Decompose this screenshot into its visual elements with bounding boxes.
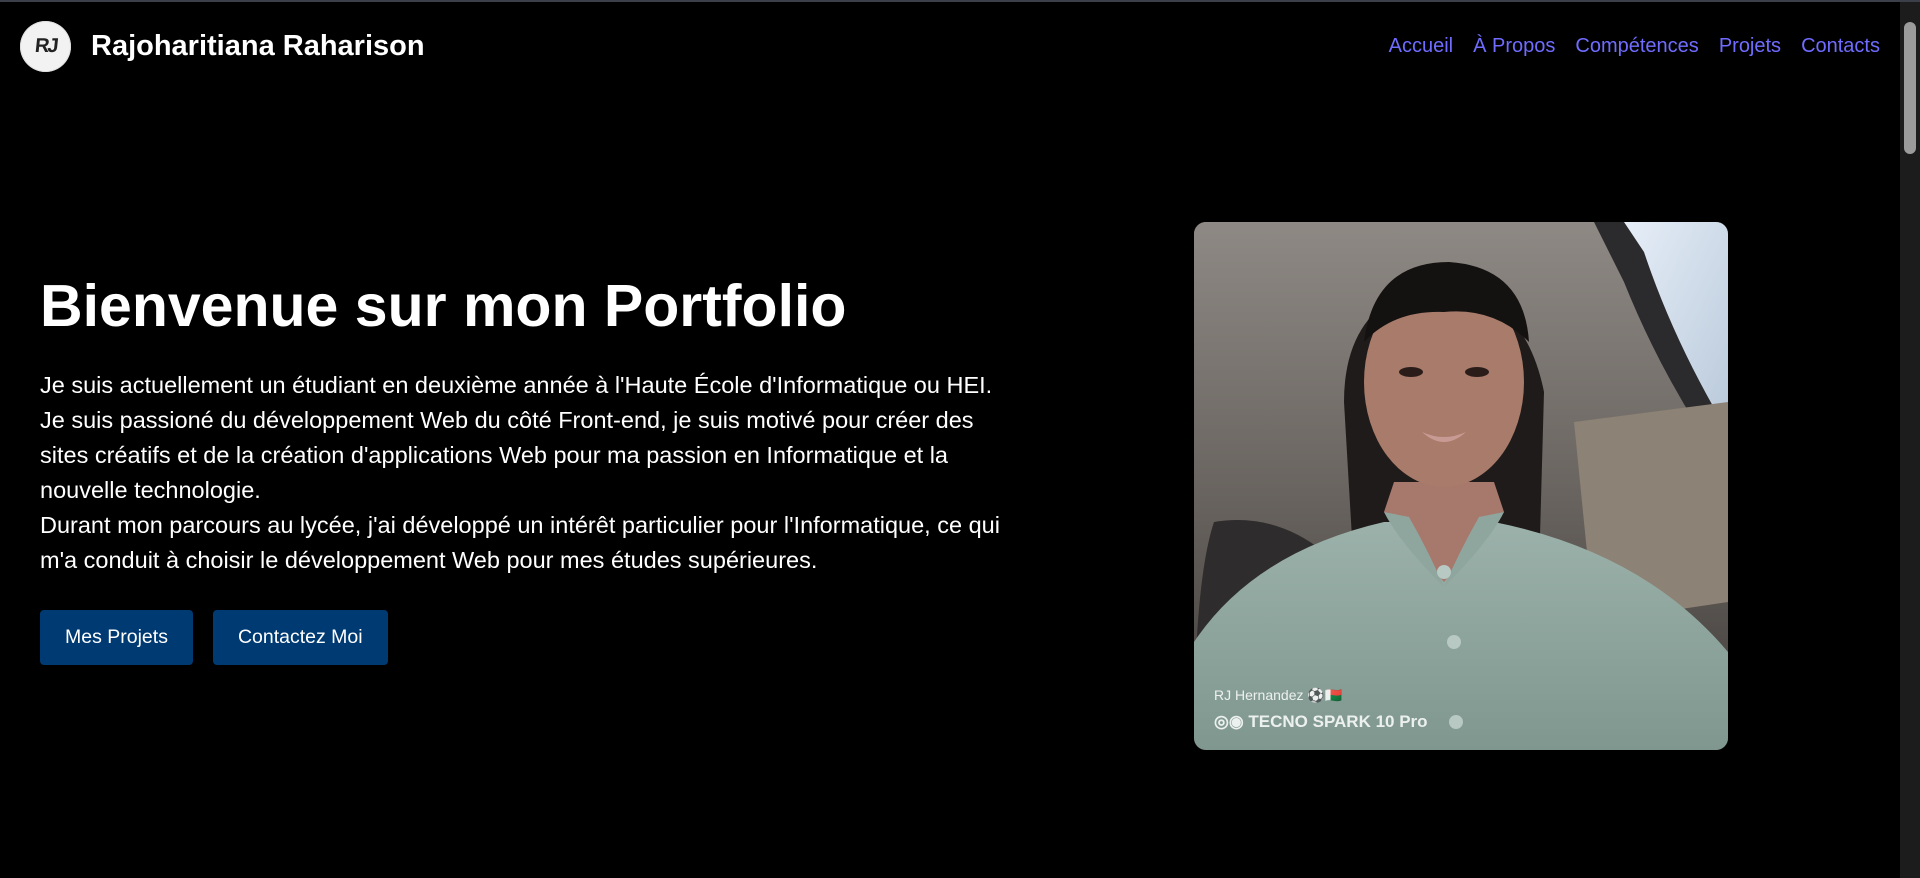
hero-section: Bienvenue sur mon Portfolio Je suis actu… xyxy=(40,270,1010,665)
hero-buttons: Mes Projets Contactez Moi xyxy=(40,610,1010,665)
nav-link-competences[interactable]: Compétences xyxy=(1575,35,1698,58)
profile-photo-illustration: RJ Hernandez ⚽🇲🇬 ◎◉ TECNO SPARK 10 Pro xyxy=(1194,222,1728,750)
hero-paragraph: Je suis passioné du développement Web du… xyxy=(40,407,974,503)
nav-link-accueil[interactable]: Accueil xyxy=(1389,35,1453,58)
hero-title: Bienvenue sur mon Portfolio xyxy=(40,273,847,339)
nav-link-contacts[interactable]: Contacts xyxy=(1801,35,1880,58)
photo-watermark-device: ◎◉ TECNO SPARK 10 Pro xyxy=(1214,712,1428,731)
brand-name: Rajoharitiana Raharison xyxy=(91,29,425,62)
logo[interactable]: RJ xyxy=(20,20,71,72)
scrollbar-thumb[interactable] xyxy=(1904,22,1916,154)
site-header: RJ Rajoharitiana Raharison Accueil À Pro… xyxy=(0,2,1900,90)
profile-photo: RJ Hernandez ⚽🇲🇬 ◎◉ TECNO SPARK 10 Pro xyxy=(1194,222,1728,750)
brand[interactable]: RJ Rajoharitiana Raharison xyxy=(20,20,425,72)
hero-description: Je suis actuellement un étudiant en deux… xyxy=(40,368,1010,578)
main-nav: Accueil À Propos Compétences Projets Con… xyxy=(1389,35,1880,58)
nav-link-projets[interactable]: Projets xyxy=(1719,35,1781,58)
logo-text: RJ xyxy=(33,34,58,57)
contact-me-button[interactable]: Contactez Moi xyxy=(212,610,388,665)
hero-paragraph: Durant mon parcours au lycée, j'ai dével… xyxy=(40,512,1000,573)
nav-link-a-propos[interactable]: À Propos xyxy=(1473,35,1555,58)
photo-watermark-author: RJ Hernandez ⚽🇲🇬 xyxy=(1214,687,1343,704)
my-projects-button[interactable]: Mes Projets xyxy=(40,610,193,665)
hero-paragraph: Je suis actuellement un étudiant en deux… xyxy=(40,372,993,398)
